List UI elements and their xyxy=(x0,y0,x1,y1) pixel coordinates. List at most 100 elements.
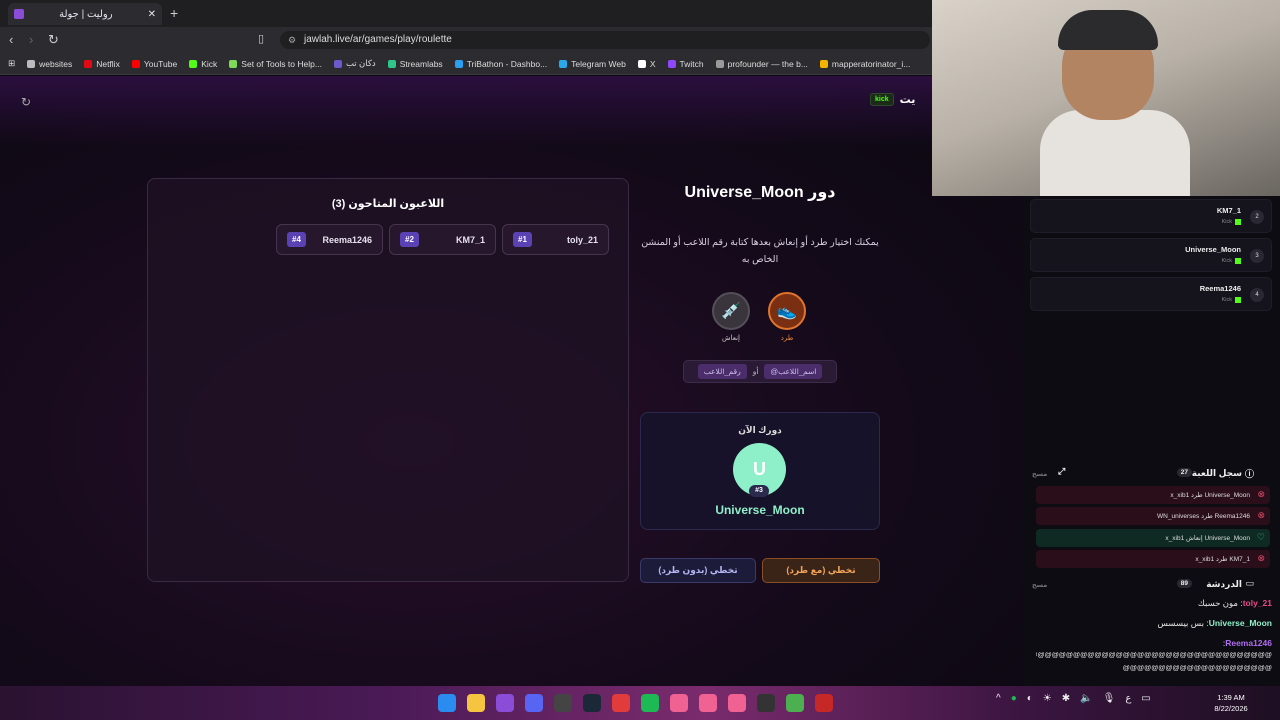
reload-icon[interactable]: ↻ xyxy=(48,32,59,48)
tray-app-icon[interactable]: ✱ xyxy=(1062,693,1070,704)
brand-name: يت xyxy=(899,94,916,106)
chat-header[interactable]: مسح 89 الدردشة ▭ xyxy=(1030,577,1272,593)
log-entry: x_xib1 طرد KM7_1 ⊗ xyxy=(1036,550,1270,568)
queue-platform: Kick xyxy=(1222,258,1241,264)
queue-platform: Kick xyxy=(1222,219,1241,225)
back-icon[interactable]: ‹ xyxy=(9,32,13,47)
spotify-icon[interactable] xyxy=(641,694,659,712)
app-icon[interactable] xyxy=(554,694,572,712)
player-number-badge: #3 xyxy=(749,485,769,497)
app-icon[interactable] xyxy=(612,694,630,712)
webcam-person-cap xyxy=(1058,10,1158,50)
skip-with-kick-button[interactable]: تخطي (مع طرد) xyxy=(762,558,880,583)
windows-start-icon[interactable] xyxy=(438,694,456,712)
bookmark-icon[interactable]: ▯ xyxy=(258,32,264,45)
player-name: toly_21 xyxy=(566,234,598,245)
app-icon[interactable] xyxy=(728,694,746,712)
queue-item[interactable]: Universe_Moon Kick 3 xyxy=(1030,238,1272,272)
skip-without-kick-button[interactable]: تخطي (بدون طرد) xyxy=(640,558,756,583)
game-log-clear[interactable]: مسح xyxy=(1032,470,1047,478)
bookmark-item[interactable]: profounder — the b... xyxy=(715,59,808,69)
bookmark-item[interactable]: mapperatorinator_i... xyxy=(819,59,910,69)
url-input[interactable]: ⚙ jawlah.live/ar/games/play/roulette xyxy=(280,31,930,49)
app-icon[interactable] xyxy=(670,694,688,712)
queue-number: 2 xyxy=(1250,210,1264,224)
refresh-icon[interactable]: ↻ xyxy=(21,95,31,109)
steam-icon[interactable] xyxy=(583,694,601,712)
chat-text: مون حسبك xyxy=(1197,598,1238,608)
chevron-up-icon[interactable]: ^ xyxy=(996,693,1001,704)
browser-tab[interactable]: روليت | جولة ✕ xyxy=(8,3,162,25)
player-card[interactable]: #1 toly_21 xyxy=(502,224,609,255)
revive-label: إنعاش xyxy=(722,335,740,342)
log-text: WN_universes طرد Reema1246 xyxy=(1157,513,1250,520)
player-number: #4 xyxy=(287,232,306,247)
queue-platform: Kick xyxy=(1222,297,1241,303)
volume-icon[interactable]: 🔈 xyxy=(1080,693,1092,704)
chat-message: Reema1246: xyxy=(1222,638,1272,648)
tab-close-icon[interactable]: ✕ xyxy=(148,9,156,20)
new-tab-button[interactable]: + xyxy=(170,5,178,21)
kick-logo-icon xyxy=(1235,219,1241,225)
network-icon[interactable]: ▭ xyxy=(1141,693,1150,704)
tray-app-icon[interactable]: ☀ xyxy=(1043,693,1052,704)
app-icon[interactable] xyxy=(815,694,833,712)
queue-player-name: Reema1246 xyxy=(1199,284,1241,293)
player-card[interactable]: #4 Reema1246 xyxy=(276,224,383,255)
bookmark-item[interactable]: دكان تب xyxy=(333,58,376,69)
bookmarks-bar: ⊞ websites Netflix YouTube Kick Set of T… xyxy=(0,53,932,75)
turn-title: دور Universe_Moon xyxy=(684,184,836,201)
log-text: x_xib1 طرد Universe_Moon xyxy=(1170,492,1250,499)
bookmark-item[interactable]: TriBathon - Dashbo... xyxy=(454,59,547,69)
game-log-header[interactable]: مسح ⤢ 27 سجل اللعبة ⓘ xyxy=(1030,466,1272,482)
log-text: x_xib1 طرد KM7_1 xyxy=(1195,556,1250,563)
bookmark-item[interactable]: Kick xyxy=(189,59,217,69)
clock[interactable]: 1:39 AM 8/22/2026 xyxy=(1206,692,1256,714)
chat-message: toly_21: مون حسبك xyxy=(1197,598,1272,608)
revive-action-button[interactable]: 💉 إنعاش xyxy=(711,292,751,342)
hint-or: أو xyxy=(752,367,759,376)
bookmark-item[interactable]: Twitch xyxy=(667,59,704,69)
discord-icon[interactable] xyxy=(525,694,543,712)
player-number: #2 xyxy=(400,232,419,247)
player-name: Reema1246 xyxy=(322,234,372,245)
chat-spam-line: @@@@@@@@@@@@@@@@@@@@@ xyxy=(1122,665,1272,672)
kick-action-button[interactable]: 👟 طرد xyxy=(767,292,807,342)
minecraft-icon[interactable] xyxy=(786,694,804,712)
queue-item[interactable]: Reema1246 Kick 4 xyxy=(1030,277,1272,311)
bookmark-item[interactable]: YouTube xyxy=(131,59,177,69)
bookmark-item[interactable]: Telegram Web xyxy=(559,59,626,69)
kick-icon: 👟 xyxy=(768,292,806,330)
forward-icon[interactable]: › xyxy=(29,32,33,47)
bookmark-item[interactable]: Set of Tools to Help... xyxy=(229,59,322,69)
queue-number: 3 xyxy=(1250,249,1264,263)
app-icon[interactable] xyxy=(757,694,775,712)
queue-player-name: KM7_1 xyxy=(1216,206,1241,215)
command-hint: رقم_اللاعب أو @اسم_اللاعب xyxy=(683,360,837,383)
player-card[interactable]: #2 KM7_1 xyxy=(389,224,496,255)
file-explorer-icon[interactable] xyxy=(467,694,485,712)
log-text: x_xib1 إنعاش Universe_Moon xyxy=(1165,535,1250,542)
tray-app-icon[interactable]: ◐ xyxy=(1027,693,1033,704)
bookmark-item[interactable]: X xyxy=(637,59,656,69)
header-glow xyxy=(0,76,932,146)
bookmark-item[interactable]: Streamlabs xyxy=(387,59,443,69)
app-icon[interactable] xyxy=(699,694,717,712)
bookmark-item[interactable]: Netflix xyxy=(84,59,120,69)
site-info-icon[interactable]: ⚙ xyxy=(288,31,296,49)
info-icon: ⓘ xyxy=(1244,469,1254,479)
bookmark-item[interactable]: websites xyxy=(27,59,72,69)
apps-grid-icon[interactable]: ⊞ xyxy=(8,58,15,69)
chat-user: toly_21 xyxy=(1242,598,1272,608)
tray-app-icon[interactable]: ● xyxy=(1011,693,1017,704)
language-indicator[interactable]: ع xyxy=(1125,693,1131,704)
clock-time: 1:39 AM xyxy=(1217,693,1245,702)
chat-clear[interactable]: مسح xyxy=(1032,581,1047,589)
queue-item[interactable]: KM7_1 Kick 2 xyxy=(1030,199,1272,233)
clock-date: 8/22/2026 xyxy=(1214,704,1248,713)
webcam-person-body xyxy=(1040,110,1190,200)
browser-icon[interactable] xyxy=(496,694,514,712)
log-entry: WN_universes طرد Reema1246 ⊗ xyxy=(1036,507,1270,525)
expand-icon[interactable]: ⤢ xyxy=(1058,466,1065,477)
mic-icon[interactable]: 🎙 xyxy=(1103,693,1116,704)
